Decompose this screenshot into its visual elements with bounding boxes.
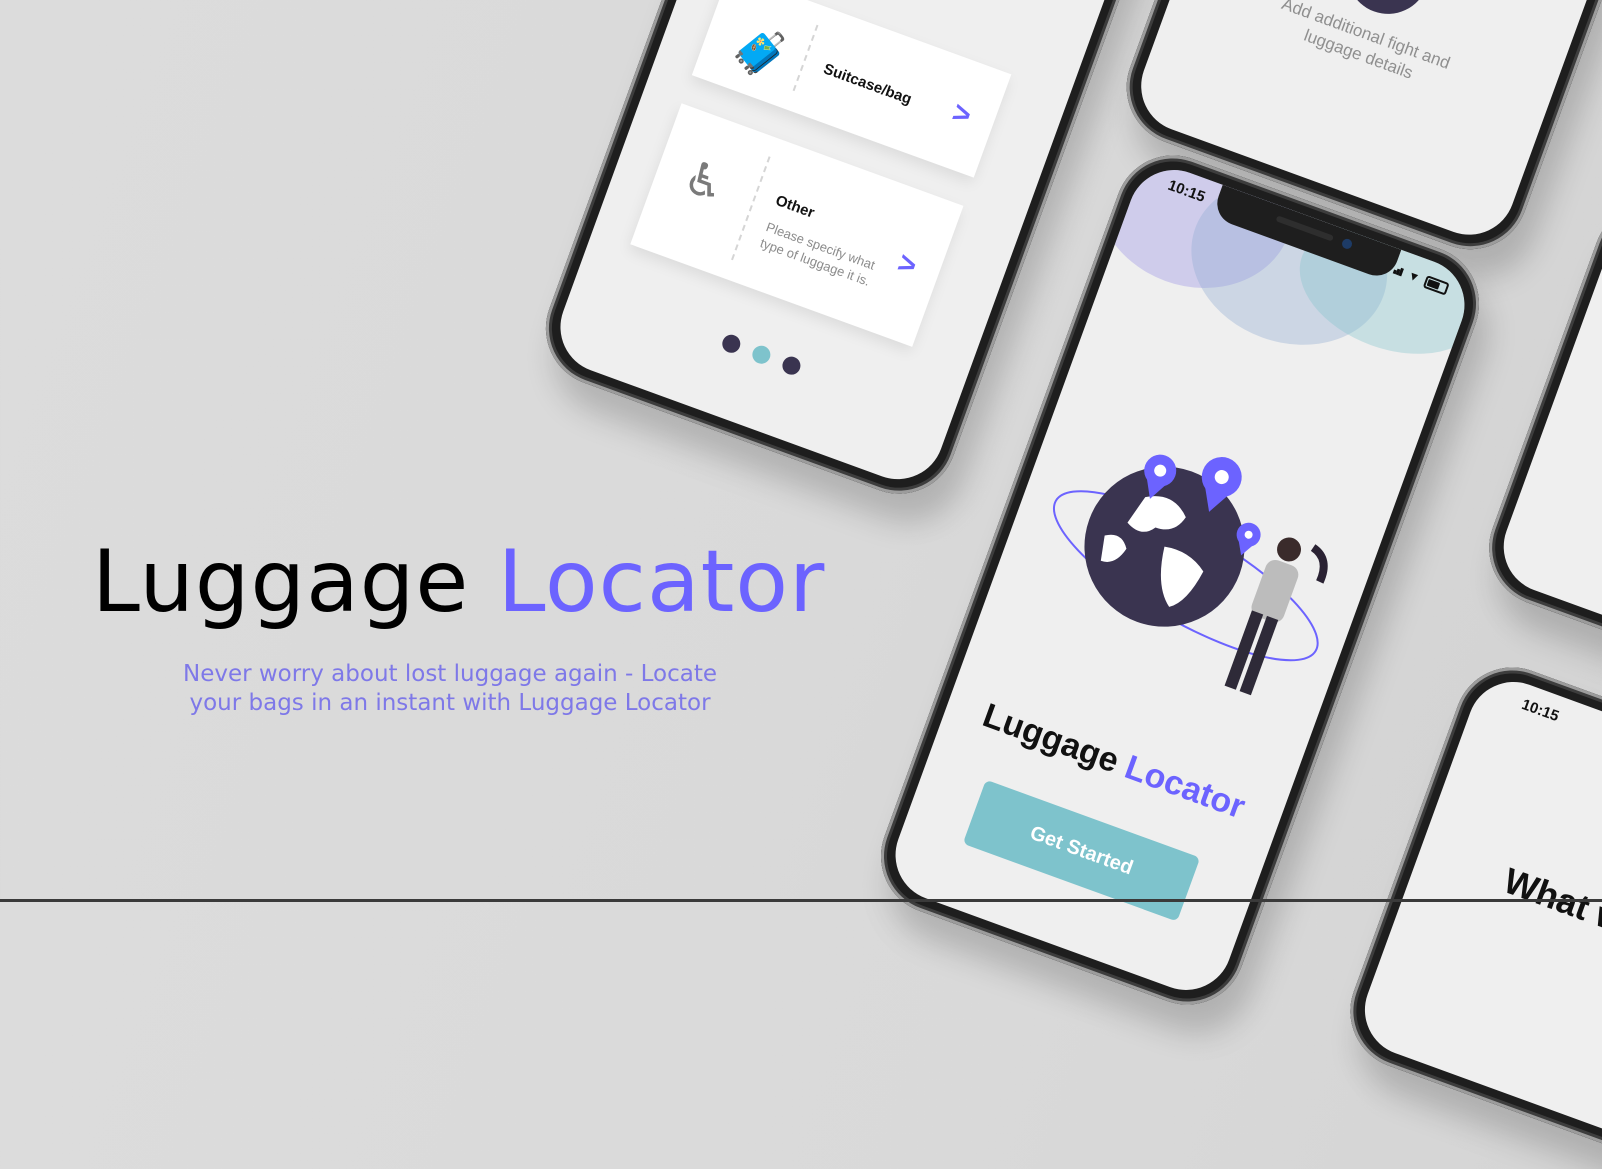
hero-title-word-locator: Locator [497, 532, 826, 632]
hero-title-word-luggage: Luggage [92, 532, 470, 632]
onboarding-title-word-luggage: Luggage [977, 696, 1125, 781]
hero-tagline-line-1: Never worry about lost luggage again - L… [182, 661, 718, 687]
card-title: Other [773, 191, 817, 222]
card-description: Please specify what type of luggage it i… [758, 219, 878, 289]
hero-title: Luggage Locator [92, 532, 825, 632]
onboarding-title-word-locator: Locator [1119, 748, 1251, 827]
chevron-right-icon[interactable]: > [948, 96, 976, 134]
page-dot[interactable] [779, 354, 803, 378]
status-time: 10:15 [1519, 696, 1562, 726]
hero-tagline-line-2: your bags in an instant with Luggage Loc… [189, 690, 711, 716]
page-dot[interactable] [719, 332, 743, 356]
page-dot-active[interactable] [749, 343, 773, 367]
get-started-label: Get Started [1027, 821, 1137, 879]
hero-tagline: Never worry about lost luggage again - L… [130, 660, 770, 718]
suitcase-icon: 🧳 [724, 17, 797, 87]
phone-right-partial [1472, 187, 1602, 693]
card-divider [792, 24, 819, 92]
add-details-label: Add additional fight and luggage details [1279, 0, 1453, 83]
camera-icon [1340, 237, 1354, 251]
phone-bottom-partial: 10:15 What w [1334, 651, 1602, 1169]
chevron-right-icon[interactable]: > [893, 246, 921, 284]
world-illustration [1052, 454, 1328, 696]
wifi-icon: ▼ [1405, 268, 1422, 286]
wheelchair-icon: ♿ [676, 149, 734, 213]
plus-icon: + [1359, 0, 1417, 11]
card-title: Suitcase/bag [821, 60, 914, 109]
page-indicator[interactable] [719, 332, 803, 378]
